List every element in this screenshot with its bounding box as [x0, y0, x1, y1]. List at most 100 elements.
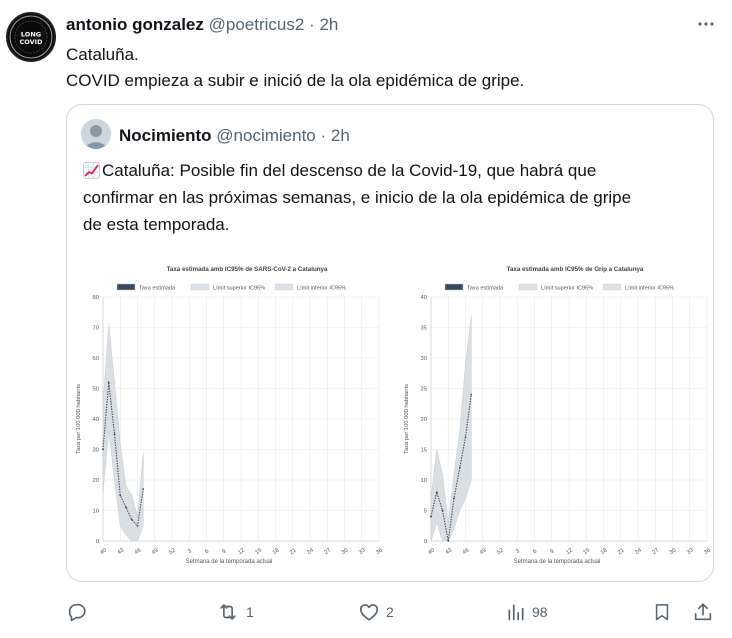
quoted-text-line: de esta temporada.: [83, 215, 230, 234]
x-tick-label: 6: [204, 548, 210, 555]
x-tick-label: 40: [99, 548, 108, 557]
data-point: [113, 433, 116, 436]
quoted-text-line: confirmar en las próximas semanas, e ini…: [83, 188, 632, 207]
x-tick-label: 49: [151, 548, 160, 557]
chart-svg: Taxa estimada amb IC95% de Grip a Catalu…: [404, 266, 712, 565]
y-tick-label: 20: [93, 478, 99, 484]
quoted-tweet[interactable]: Nocimiento @nocimiento · 2h Cataluña: Po…: [66, 104, 714, 582]
data-point: [136, 524, 139, 527]
legend-item[interactable]: Límit inferior IC95%: [274, 283, 346, 292]
chart-title: Taxa estimada amb IC95% de SARS-CoV-2 a …: [167, 266, 328, 273]
legend-item[interactable]: Límit superior IC95%: [190, 283, 265, 292]
x-tick-label: 46: [462, 548, 471, 557]
y-tick-label: 0: [424, 539, 427, 545]
x-tick-label: 6: [532, 548, 538, 555]
data-point: [130, 518, 133, 521]
quoted-time[interactable]: 2h: [331, 126, 350, 145]
separator: ·: [320, 126, 327, 145]
author-avatar[interactable]: LONG COVID: [6, 12, 56, 62]
legend-item[interactable]: Límit inferior IC95%: [602, 283, 674, 292]
x-tick-label: 36: [375, 548, 384, 557]
chart-increasing-emoji-icon: [83, 162, 100, 179]
svg-text:Límit superior IC95%: Límit superior IC95%: [213, 286, 265, 292]
x-tick-label: 21: [289, 548, 298, 557]
quoted-author-handle[interactable]: @nocimiento: [216, 126, 315, 145]
long-covid-logo-icon: LONG COVID: [9, 15, 53, 59]
x-tick-label: 3: [515, 548, 521, 555]
quoted-author-name[interactable]: Nocimiento: [119, 126, 212, 145]
y-tick-label: 25: [421, 387, 427, 393]
y-tick-label: 80: [93, 295, 99, 301]
quoted-header: Nocimiento @nocimiento · 2h: [119, 125, 350, 147]
quoted-text-line: Cataluña: Posible fin del descenso de la…: [83, 157, 703, 184]
data-point: [441, 509, 444, 512]
tweet-actions: 1 2 98: [66, 598, 716, 626]
x-tick-label: 27: [651, 548, 660, 557]
default-avatar-icon: [81, 119, 111, 149]
x-tick-label: 33: [686, 548, 695, 557]
data-point: [102, 448, 104, 451]
x-tick-label: 18: [272, 548, 281, 557]
x-tick-label: 21: [617, 548, 626, 557]
tweet-text-line: COVID empieza a subir e inició de la ola…: [66, 71, 525, 90]
data-point: [458, 466, 461, 469]
reply-button[interactable]: [66, 598, 94, 626]
y-tick-label: 20: [421, 417, 427, 423]
data-point: [470, 393, 473, 396]
data-point: [430, 515, 432, 518]
x-tick-label: 40: [427, 548, 436, 557]
legend-item[interactable]: Taxa estimada: [444, 283, 504, 292]
author-name[interactable]: antonio gonzalez: [66, 15, 204, 34]
heart-icon: [359, 604, 379, 621]
data-point: [435, 491, 438, 494]
y-tick-label: 5: [424, 509, 427, 515]
author-handle[interactable]: @poetricus2: [209, 15, 305, 34]
y-tick-label: 40: [421, 295, 427, 301]
tweet[interactable]: LONG COVID antonio gonzalez @poetricus2 …: [0, 0, 732, 638]
x-tick-label: 30: [341, 548, 350, 557]
quoted-author-avatar[interactable]: [81, 119, 111, 149]
views-bar-chart-icon: [508, 604, 524, 621]
like-button[interactable]: 2: [358, 598, 394, 626]
svg-text:COVID: COVID: [20, 38, 44, 46]
retweet-count: 1: [246, 604, 254, 620]
retweet-button[interactable]: 1: [216, 598, 254, 626]
x-tick-label: 3: [187, 548, 193, 555]
data-point: [464, 436, 467, 439]
svg-text:Límit inferior IC95%: Límit inferior IC95%: [297, 286, 346, 292]
x-tick-label: 52: [496, 548, 505, 557]
x-tick-label: 24: [306, 547, 315, 556]
x-tick-label: 33: [358, 548, 367, 557]
tweet-time[interactable]: 2h: [319, 15, 338, 34]
legend-item[interactable]: Taxa estimada: [116, 283, 176, 292]
chart-svg: Taxa estimada amb IC95% de SARS-CoV-2 a …: [76, 266, 384, 565]
x-tick-label: 49: [479, 548, 488, 557]
y-tick-label: 30: [93, 448, 99, 454]
more-options-button[interactable]: [694, 14, 718, 36]
bookmark-icon: [655, 604, 669, 621]
tweet-text-line: Cataluña.: [66, 45, 139, 64]
flu-rate-chart: Taxa estimada amb IC95% de Grip a Catalu…: [395, 257, 713, 577]
bookmark-button[interactable]: [652, 598, 672, 626]
views-button[interactable]: 98: [506, 598, 548, 626]
x-tick-label: 15: [254, 548, 263, 557]
separator: ·: [309, 15, 315, 34]
x-tick-label: 24: [634, 547, 643, 556]
share-button[interactable]: [692, 598, 714, 626]
views-count: 98: [532, 604, 548, 620]
chart-title: Taxa estimada amb IC95% de Grip a Catalu…: [507, 266, 644, 273]
covid-rate-chart: Taxa estimada amb IC95% de SARS-CoV-2 a …: [67, 257, 387, 577]
x-tick-label: 36: [703, 548, 712, 557]
svg-text:Taxa estimada: Taxa estimada: [467, 286, 504, 292]
reply-icon: [68, 603, 86, 622]
data-point: [142, 488, 145, 491]
y-tick-label: 15: [421, 448, 427, 454]
x-axis-label: Setmana de la temporada actual: [514, 559, 601, 565]
legend-item[interactable]: Límit superior IC95%: [518, 283, 593, 292]
share-icon: [694, 603, 712, 621]
x-tick-label: 12: [237, 548, 246, 557]
data-point: [447, 540, 450, 542]
quoted-text: Cataluña: Posible fin del descenso de la…: [83, 157, 703, 238]
y-tick-label: 10: [93, 509, 99, 515]
y-tick-label: 0: [96, 539, 99, 545]
